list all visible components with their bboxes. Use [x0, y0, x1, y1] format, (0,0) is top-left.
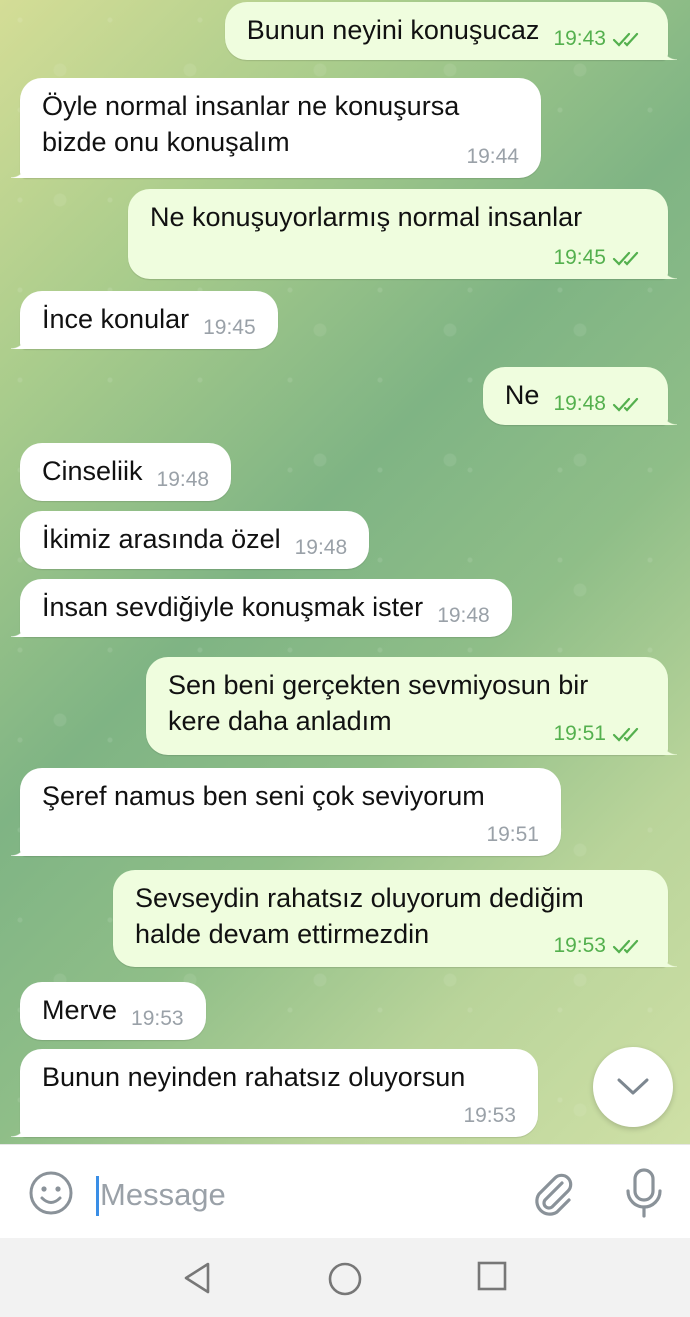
message-text: Cinseliik: [42, 456, 143, 486]
chevron-down-icon: [617, 1078, 649, 1095]
message-meta: 19:44: [466, 146, 519, 168]
message-bubble-outgoing[interactable]: Sevseydin rahatsız oluyorum dediğim hald…: [113, 870, 677, 967]
message-time: 19:51: [486, 823, 539, 846]
message-meta: 19:48: [295, 537, 348, 559]
message-text: Ne: [504, 380, 540, 410]
message-bubble-incoming[interactable]: Merve 19:53: [20, 982, 206, 1040]
message-time: 19:53: [131, 1007, 184, 1030]
message-time: 19:53: [463, 1104, 516, 1127]
message-time: 19:43: [553, 27, 606, 50]
message-meta: 19:48: [553, 393, 646, 415]
double-check-icon: [612, 32, 639, 47]
message-time: 19:45: [203, 316, 256, 339]
message-bubble-incoming[interactable]: Bunun neyinden rahatsız oluyorsun 19:53: [11, 1049, 538, 1137]
message-text: Merve: [42, 995, 118, 1025]
double-check-icon: [612, 727, 639, 742]
message-bubble-incoming[interactable]: İnsan sevdiğiyle konuşmak ister 19:48: [11, 579, 512, 637]
text-cursor: [96, 1176, 99, 1216]
smiley-face-icon[interactable]: [28, 1170, 74, 1216]
double-check-icon: [612, 397, 639, 412]
message-input[interactable]: [100, 1173, 500, 1217]
message-text: Öyle normal insanlar ne konuşursa bizde …: [42, 91, 460, 157]
message-text: Şeref namus ben seni çok seviyorum: [42, 781, 485, 811]
square-recent-icon[interactable]: [476, 1260, 508, 1292]
message-meta: 19:53: [131, 1008, 184, 1030]
message-composer: [0, 1144, 690, 1239]
message-meta: 19:51: [486, 824, 539, 846]
message-bubble-incoming[interactable]: Cinseliik 19:48: [20, 443, 232, 501]
message-bubble-incoming[interactable]: Şeref namus ben seni çok seviyorum 19:51: [11, 768, 561, 856]
message-text: İkimiz arasında özel: [42, 524, 281, 554]
message-meta: 19:45: [553, 247, 646, 269]
message-time: 19:53: [553, 934, 606, 957]
message-bubble-incoming[interactable]: Öyle normal insanlar ne konuşursa bizde …: [11, 78, 541, 178]
triangle-back-icon[interactable]: [180, 1260, 216, 1296]
message-bubble-outgoing[interactable]: Ne 19:48: [482, 367, 678, 425]
message-meta: 19:48: [157, 469, 210, 491]
double-check-icon: [612, 251, 639, 266]
message-bubble-outgoing[interactable]: Bunun neyini konuşucaz 19:43: [224, 2, 678, 60]
message-time: 19:48: [156, 468, 210, 491]
paperclip-icon[interactable]: [528, 1169, 576, 1217]
message-bubble-incoming[interactable]: İnce konular 19:45: [11, 291, 278, 349]
double-check-icon: [612, 939, 639, 954]
message-text: Ne konuşuyorlarmış normal insanlar: [150, 202, 583, 232]
chat-area[interactable]: Bunun neyini konuşucaz 19:43 Öyle normal …: [0, 0, 690, 1144]
message-bubble-incoming[interactable]: İkimiz arasında özel 19:48: [20, 511, 370, 569]
message-meta: 19:53: [463, 1105, 516, 1127]
message-meta: 19:51: [553, 723, 646, 745]
message-text: İnsan sevdiğiyle konuşmak ister: [42, 592, 424, 622]
message-time: 19:48: [437, 604, 490, 627]
scroll-to-bottom-button[interactable]: [593, 1047, 673, 1127]
message-text: İnce konular: [42, 304, 190, 334]
message-time: 19:48: [294, 536, 348, 559]
message-meta: 19:53: [553, 935, 646, 957]
system-navigation-bar: [0, 1238, 690, 1317]
message-bubble-outgoing[interactable]: Sen beni gerçekten sevmiyosun bir kere d…: [146, 657, 677, 755]
microphone-icon[interactable]: [622, 1167, 666, 1219]
message-text: Bunun neyinden rahatsız oluyorsun: [42, 1062, 466, 1092]
message-meta: 19:43: [553, 28, 646, 50]
message-time: 19:51: [553, 722, 606, 745]
message-bubble-outgoing[interactable]: Ne konuşuyorlarmış normal insanlar 19:45: [128, 189, 677, 279]
message-meta: 19:48: [437, 605, 490, 627]
message-meta: 19:45: [203, 317, 256, 339]
message-time: 19:44: [466, 145, 519, 168]
message-time: 19:45: [553, 246, 606, 269]
circle-home-icon[interactable]: [326, 1260, 364, 1298]
message-time: 19:48: [553, 392, 606, 415]
message-text: Bunun neyini konuşucaz: [246, 15, 540, 45]
